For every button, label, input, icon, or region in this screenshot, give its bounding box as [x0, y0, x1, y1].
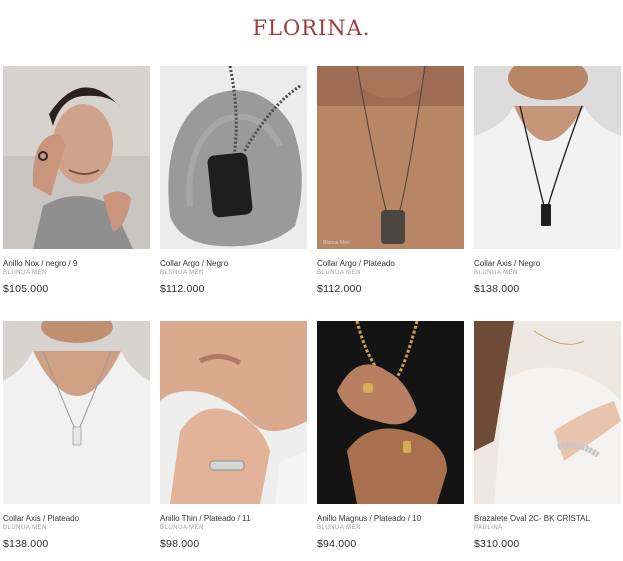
product-image-black-dog-tag-on-stone[interactable]	[160, 66, 307, 249]
product-price: $112.000	[317, 283, 362, 295]
product-brand: BLUNUA MEN	[3, 525, 48, 531]
product-price: $138.000	[474, 283, 520, 295]
product-brand: BLUNUA MEN	[317, 270, 362, 276]
product-name[interactable]: Collar Argo / Negro	[160, 259, 307, 268]
product-brand: BLUNUA MEN	[3, 270, 48, 276]
product-image-gold-rings-hands[interactable]	[317, 321, 464, 504]
brand-logo[interactable]: FLORINA.	[0, 16, 623, 40]
product-card[interactable]: Collar Axis / Negro BLUNUA MEN $138.000	[474, 66, 621, 306]
product-image-silver-bar-necklace-tank[interactable]	[3, 321, 150, 504]
image-watermark: Blunua Men	[323, 240, 350, 246]
product-image-man-face-ring[interactable]	[3, 66, 150, 249]
product-card[interactable]: Collar Argo / Negro BLUNUA MEN $112.000	[160, 66, 307, 306]
product-card[interactable]: Blunua Men Collar Argo / Plateado BLUNUA…	[317, 66, 464, 306]
product-image-dog-tag-on-chest[interactable]: Blunua Men	[317, 66, 464, 249]
product-image-black-bar-necklace-tank[interactable]	[474, 66, 621, 249]
product-brand: BLUNUA MEN	[160, 525, 205, 531]
product-card[interactable]: Anillo Nox / negro / 9 BLUNUA MEN $105.0…	[3, 66, 150, 306]
product-price: $138.000	[3, 538, 49, 550]
product-name[interactable]: Anillo Thin / Plateado / 11	[160, 514, 307, 523]
product-name[interactable]: Collar Argo / Plateado	[317, 259, 464, 268]
product-card[interactable]: Brazalete Oval 2C- BK CRISTAL PAULINA $3…	[474, 321, 621, 561]
product-price: $112.000	[160, 283, 205, 295]
product-name[interactable]: Anillo Nox / negro / 9	[3, 259, 150, 268]
product-name[interactable]: Brazalete Oval 2C- BK CRISTAL	[474, 514, 621, 523]
product-price: $310.000	[474, 538, 520, 550]
product-brand: BLUNUA MEN	[474, 270, 519, 276]
product-price: $105.000	[3, 283, 49, 295]
product-price: $94.000	[317, 538, 357, 550]
product-name[interactable]: Collar Axis / Plateado	[3, 514, 150, 523]
product-name[interactable]: Collar Axis / Negro	[474, 259, 621, 268]
product-image-crystal-bracelet-wrist[interactable]	[474, 321, 621, 504]
product-name[interactable]: Anillo Magnus / Plateado / 10	[317, 514, 464, 523]
product-card[interactable]: Anillo Magnus / Plateado / 10 BLUNUA MEN…	[317, 321, 464, 561]
product-image-silver-band-ring-hand[interactable]	[160, 321, 307, 504]
product-card[interactable]: Anillo Thin / Plateado / 11 BLUNUA MEN $…	[160, 321, 307, 561]
site-header: FLORINA.	[0, 0, 623, 62]
product-brand: BLUNUA MEN	[160, 270, 205, 276]
product-brand: PAULINA	[474, 525, 503, 531]
product-card[interactable]: Collar Axis / Plateado BLUNUA MEN $138.0…	[3, 321, 150, 561]
product-price: $98.000	[160, 538, 200, 550]
product-brand: BLUNUA MEN	[317, 525, 362, 531]
